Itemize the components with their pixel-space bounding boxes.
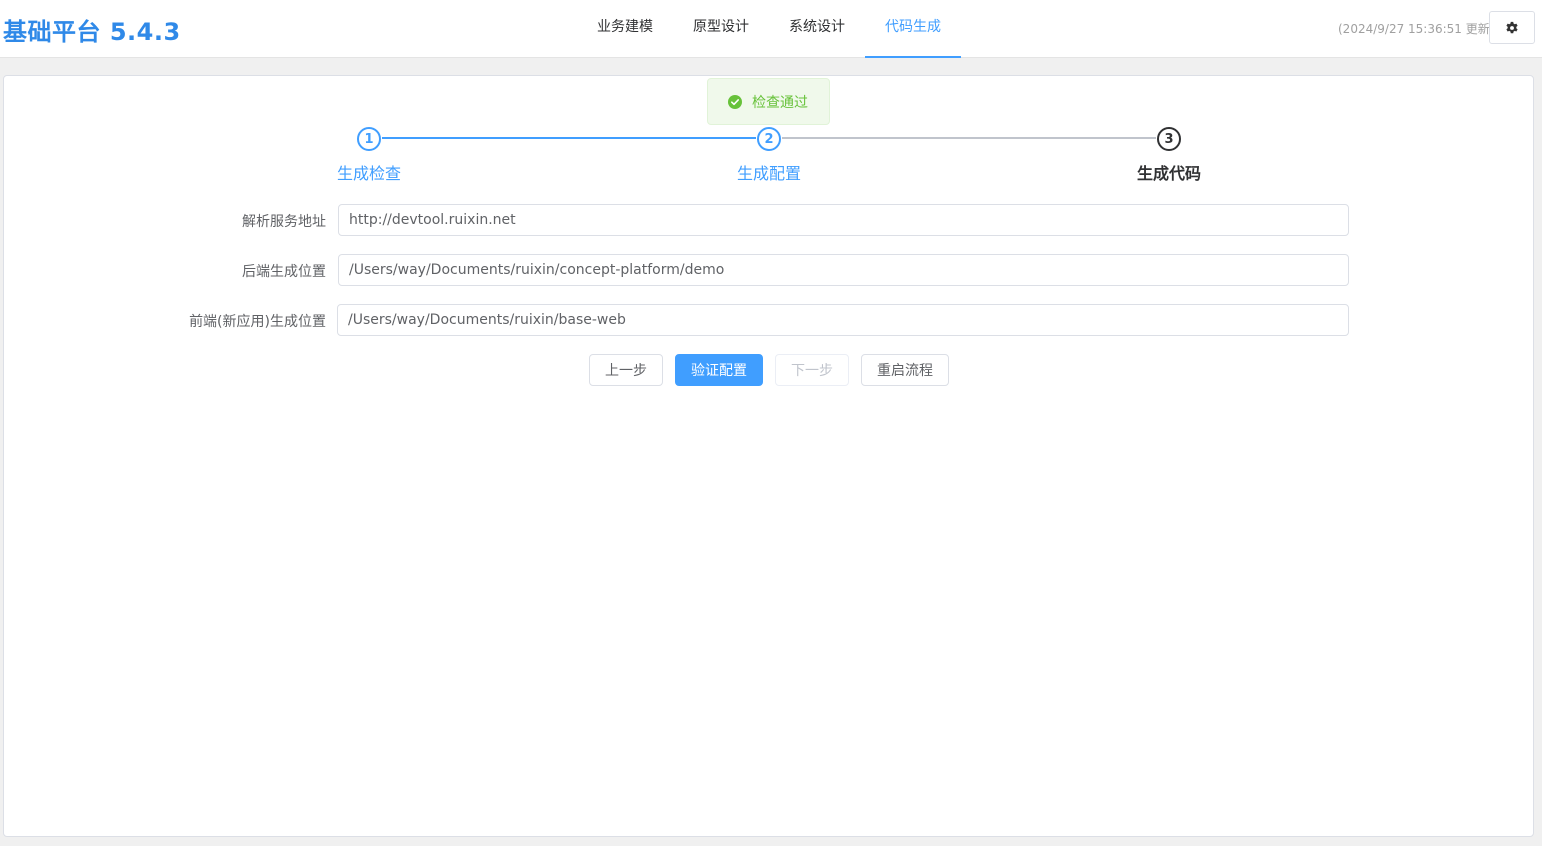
parse-service-url-label: 解析服务地址 <box>242 214 326 230</box>
validate-config-button[interactable]: 验证配置 <box>675 354 763 386</box>
restart-flow-button[interactable]: 重启流程 <box>861 354 949 386</box>
tab-system-design[interactable]: 系统设计 <box>769 0 865 58</box>
backend-output-path-input[interactable] <box>338 254 1349 286</box>
tab-code-generation[interactable]: 代码生成 <box>865 0 961 58</box>
success-toast: 检查通过 <box>707 78 830 125</box>
top-bar: 基础平台 5.4.3 业务建模 原型设计 系统设计 代码生成 (2024/9/2… <box>0 0 1542 58</box>
gear-icon <box>1505 21 1519 35</box>
main-panel <box>3 75 1534 837</box>
step-1-title: 生成检查 <box>336 164 401 183</box>
step-2-icon: 2 <box>757 127 781 151</box>
frontend-output-path-label: 前端(新应用)生成位置 <box>189 314 326 330</box>
next-step-button[interactable]: 下一步 <box>775 354 849 386</box>
update-timestamp: (2024/9/27 15:36:51 更新) <box>1338 22 1495 36</box>
tab-prototype-design[interactable]: 原型设计 <box>673 0 769 58</box>
step-connector-1 <box>382 137 756 139</box>
prev-step-button[interactable]: 上一步 <box>589 354 663 386</box>
parse-service-url-input[interactable] <box>338 204 1349 236</box>
app-title: 基础平台 5.4.3 <box>3 18 181 46</box>
step-3-icon: 3 <box>1157 127 1181 151</box>
step-1-icon: 1 <box>357 127 381 151</box>
check-circle-icon <box>728 94 742 109</box>
step-connector-2 <box>782 137 1156 139</box>
backend-output-path-label: 后端生成位置 <box>242 264 326 280</box>
step-3-title: 生成代码 <box>1136 164 1201 183</box>
main-nav: 业务建模 原型设计 系统设计 代码生成 <box>577 0 961 58</box>
tab-business-modeling[interactable]: 业务建模 <box>577 0 673 58</box>
frontend-output-path-input[interactable] <box>337 304 1349 336</box>
step-2-title: 生成配置 <box>736 164 801 183</box>
settings-button[interactable] <box>1489 11 1535 44</box>
toast-message: 检查通过 <box>752 94 808 111</box>
